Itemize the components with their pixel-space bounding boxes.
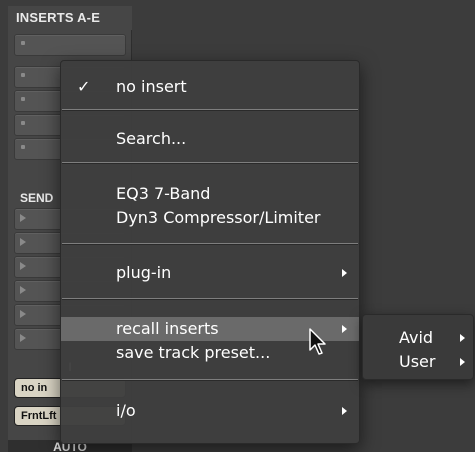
- send-arrow-icon: [20, 214, 26, 222]
- submenu-arrow-icon: [460, 334, 465, 342]
- menu-separator: [62, 243, 358, 245]
- submenu-item-avid[interactable]: Avid: [363, 327, 473, 349]
- send-arrow-icon: [20, 286, 26, 294]
- submenu-item-label: User: [399, 352, 436, 371]
- recall-inserts-submenu: Avid User: [362, 314, 474, 380]
- menu-item-plug-in[interactable]: plug-in: [61, 261, 359, 285]
- menu-item-dyn3-compressor[interactable]: Dyn3 Compressor/Limiter: [61, 206, 359, 230]
- insert-popup-menu: ✓ no insert Search... EQ3 7-Band Dyn3 Co…: [60, 60, 360, 444]
- menu-separator: [62, 298, 358, 300]
- send-arrow-icon: [20, 238, 26, 246]
- menu-separator: [62, 379, 358, 381]
- checkmark-icon: ✓: [77, 77, 91, 96]
- submenu-item-user[interactable]: User: [363, 351, 473, 373]
- menu-item-search[interactable]: Search...: [61, 127, 359, 151]
- slot-dot-icon: [21, 97, 25, 101]
- submenu-arrow-icon: [342, 269, 347, 277]
- menu-item-label: plug-in: [116, 263, 172, 282]
- menu-item-label: recall inserts: [116, 319, 219, 338]
- menu-item-no-insert[interactable]: ✓ no insert: [61, 75, 359, 99]
- slot-dot-icon: [21, 121, 25, 125]
- menu-item-eq3-7-band[interactable]: EQ3 7-Band: [61, 182, 359, 206]
- menu-item-label: i/o: [116, 401, 136, 420]
- submenu-item-label: Avid: [399, 328, 434, 347]
- menu-separator: [62, 162, 358, 164]
- submenu-arrow-icon: [342, 325, 347, 333]
- slot-dot-icon: [21, 145, 25, 149]
- submenu-arrow-icon: [460, 358, 465, 366]
- inserts-header: INSERTS A-E: [8, 6, 132, 30]
- menu-item-label: no insert: [116, 77, 187, 96]
- send-arrow-icon: [20, 310, 26, 318]
- send-arrow-icon: [20, 262, 26, 270]
- menu-item-io[interactable]: i/o: [61, 399, 359, 423]
- menu-separator: [62, 109, 358, 111]
- submenu-arrow-icon: [342, 407, 347, 415]
- slot-dot-icon: [21, 41, 25, 45]
- send-arrow-icon: [20, 334, 26, 342]
- insert-slot-a[interactable]: [14, 34, 126, 56]
- mouse-pointer-icon: [309, 328, 326, 355]
- slot-dot-icon: [21, 73, 25, 77]
